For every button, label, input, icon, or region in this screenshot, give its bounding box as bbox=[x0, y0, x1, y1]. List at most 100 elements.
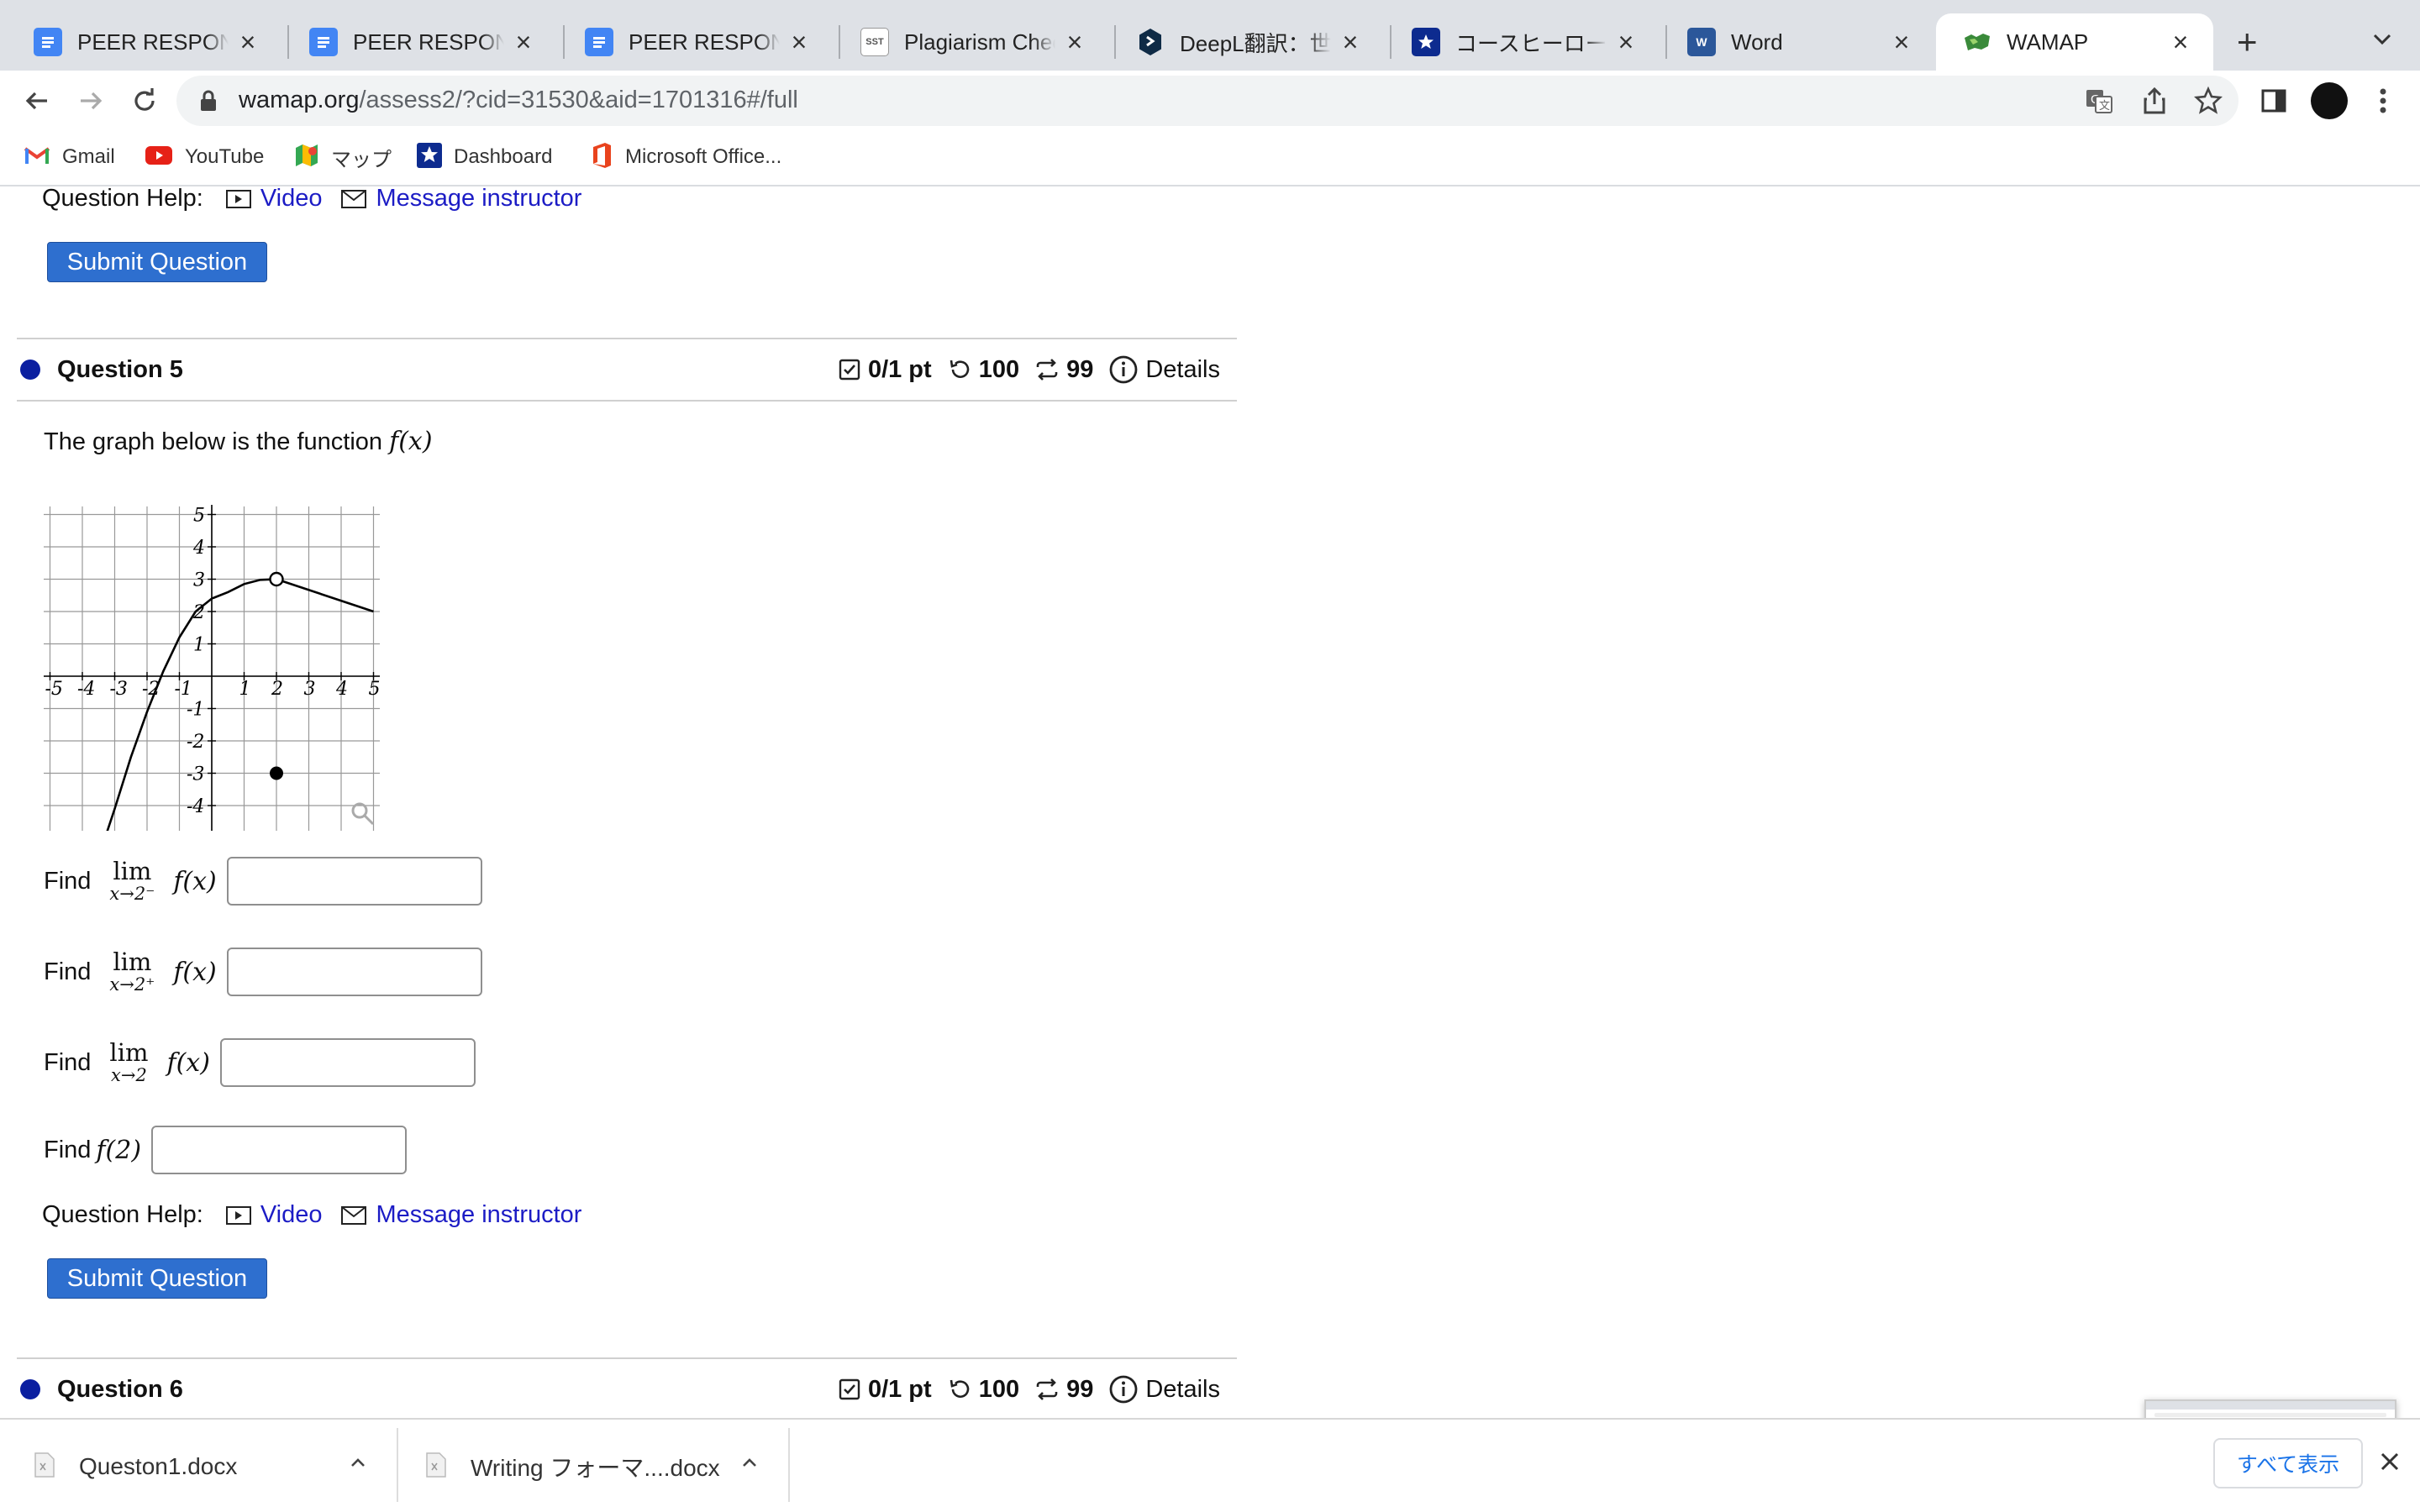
browser-tab-2[interactable]: PEER RESPONSE × bbox=[282, 13, 556, 71]
download-item-1[interactable]: Queston1.docx bbox=[34, 1435, 370, 1499]
page-content: Question Help: Video Message instructor … bbox=[0, 186, 2420, 1418]
info-icon bbox=[1109, 355, 1138, 384]
show-all-downloads-button[interactable]: すべて表示 bbox=[2213, 1438, 2363, 1488]
x-tick-label: -5 bbox=[45, 679, 63, 700]
message-instructor-link[interactable]: Message instructor bbox=[340, 186, 581, 213]
x-tick-label: 4 bbox=[335, 679, 348, 700]
more-menu-icon[interactable] bbox=[2375, 84, 2391, 122]
page-thumbnail-preview[interactable] bbox=[2144, 1399, 2396, 1418]
checkbox-icon bbox=[839, 359, 860, 381]
share-icon[interactable] bbox=[2139, 86, 2170, 120]
x-tick-label: 2 bbox=[271, 679, 283, 700]
question-help-label: Question Help: bbox=[42, 1201, 203, 1228]
details-button[interactable]: Details bbox=[1108, 354, 1220, 385]
download-chevron-icon[interactable] bbox=[739, 1453, 760, 1478]
side-panel-icon[interactable] bbox=[2259, 86, 2289, 120]
two-sided-limit-input[interactable] bbox=[219, 1038, 476, 1087]
bookmark-label: Gmail bbox=[62, 145, 115, 168]
tab-search-chevron-icon[interactable] bbox=[2370, 27, 2395, 56]
close-tab-icon[interactable]: × bbox=[1338, 29, 1363, 55]
y-tick-label: 4 bbox=[192, 538, 205, 559]
close-tab-icon[interactable]: × bbox=[1613, 29, 1639, 55]
bookmark-youtube[interactable]: YouTube bbox=[145, 144, 264, 170]
download-divider bbox=[788, 1428, 790, 1502]
tab-title: コースヒーロー bbox=[1455, 30, 1607, 56]
tab-title: DeepL翻訳：世界一 bbox=[1180, 30, 1331, 56]
submit-question-button[interactable]: Submit Question bbox=[47, 1258, 267, 1299]
bookmark-label: Dashboard bbox=[454, 145, 553, 168]
bookmark-dashboard[interactable]: Dashboard bbox=[417, 142, 553, 170]
retries-badge: 100 bbox=[947, 356, 1019, 384]
url-text[interactable]: wamap.org/assess2/?cid=31530&aid=1701316… bbox=[239, 87, 798, 114]
wamap-icon bbox=[1963, 28, 1991, 56]
submit-question-button-prev[interactable]: Submit Question bbox=[47, 242, 267, 282]
lock-icon[interactable] bbox=[198, 89, 218, 117]
close-tab-icon[interactable]: × bbox=[511, 29, 536, 55]
envelope-icon bbox=[341, 189, 367, 208]
reload-icon[interactable] bbox=[128, 84, 161, 118]
close-tab-icon[interactable]: × bbox=[1062, 29, 1087, 55]
download-filename: Writing フォーマ....docx bbox=[471, 1455, 720, 1481]
undo-icon bbox=[950, 360, 969, 378]
video-link[interactable]: Video bbox=[225, 186, 322, 213]
close-tab-icon[interactable]: × bbox=[235, 29, 260, 55]
f2-input[interactable] bbox=[151, 1126, 408, 1174]
browser-tab-1[interactable]: PEER RESPONSE × bbox=[7, 13, 281, 71]
youtube-icon bbox=[145, 145, 173, 170]
x-tick-label: 1 bbox=[239, 679, 251, 700]
translate-icon[interactable]: G文 bbox=[2084, 86, 2114, 120]
video-link[interactable]: Video bbox=[225, 1201, 322, 1229]
y-tick-label: -2 bbox=[187, 732, 204, 753]
document-file-icon bbox=[34, 1452, 55, 1483]
question-prompt: The graph below is the function f(x) bbox=[44, 427, 433, 456]
bookmark-label: マップ bbox=[331, 148, 392, 171]
left-limit-input[interactable] bbox=[226, 857, 482, 906]
browser-tab-6[interactable]: コースヒーロー × bbox=[1385, 13, 1659, 71]
close-tab-icon[interactable]: × bbox=[786, 29, 812, 55]
magnifier-icon[interactable] bbox=[351, 802, 375, 826]
question-help-prev: Question Help: Video Message instructor bbox=[42, 186, 600, 213]
message-instructor-link[interactable]: Message instructor bbox=[340, 1201, 581, 1229]
y-tick-label: -1 bbox=[187, 700, 204, 721]
limit-expression: lim x→2 bbox=[109, 1038, 149, 1085]
repeat-icon bbox=[1036, 359, 1058, 381]
download-item-2[interactable]: Writing フォーマ....docx bbox=[425, 1435, 761, 1499]
browser-tab-7[interactable]: W Word × bbox=[1660, 13, 1934, 71]
function-curve-right bbox=[276, 578, 374, 613]
x-tick-label: -3 bbox=[110, 679, 128, 700]
bookmark-microsoft-office[interactable]: Microsoft Office... bbox=[590, 142, 781, 170]
google-docs-icon bbox=[34, 28, 62, 56]
details-button[interactable]: Details bbox=[1108, 1374, 1220, 1404]
profile-avatar[interactable] bbox=[2311, 82, 2348, 119]
close-tab-icon[interactable]: × bbox=[1889, 29, 1914, 55]
question-meta: 0/1 pt 100 99 Details bbox=[823, 1374, 1220, 1404]
bookmark-gmail[interactable]: Gmail bbox=[24, 144, 115, 170]
close-downloads-icon[interactable] bbox=[2378, 1450, 2402, 1478]
browser-tab-3[interactable]: PEER RESPONSE × bbox=[558, 13, 832, 71]
new-tab-button[interactable]: + bbox=[2237, 24, 2258, 60]
back-arrow-icon[interactable] bbox=[20, 84, 54, 118]
x-tick-label: 5 bbox=[369, 679, 381, 700]
browser-tab-4[interactable]: SST Plagiarism Checker × bbox=[834, 13, 1107, 71]
bookmark-star-icon[interactable] bbox=[2193, 86, 2223, 120]
browser-tab-8-active[interactable]: WAMAP × bbox=[1936, 13, 2213, 71]
closed-point bbox=[270, 766, 283, 780]
google-docs-icon bbox=[585, 28, 613, 56]
forward-arrow-icon[interactable] bbox=[74, 84, 108, 118]
download-chevron-icon[interactable] bbox=[348, 1453, 368, 1478]
envelope-icon bbox=[341, 1205, 367, 1225]
attempts-badge: 99 bbox=[1034, 356, 1093, 384]
right-limit-input[interactable] bbox=[226, 948, 482, 996]
google-docs-icon bbox=[309, 28, 338, 56]
browser-tab-5[interactable]: DeepL翻訳：世界一 × bbox=[1109, 13, 1383, 71]
maps-icon bbox=[294, 143, 319, 172]
video-icon bbox=[225, 189, 251, 208]
close-tab-icon[interactable]: × bbox=[2168, 29, 2193, 55]
y-tick-label: -3 bbox=[187, 764, 204, 785]
score-badge: 0/1 pt bbox=[838, 1376, 932, 1404]
y-tick-label: -4 bbox=[187, 796, 204, 817]
tab-title: PEER RESPONSE bbox=[77, 29, 229, 55]
y-tick-label: 1 bbox=[193, 635, 205, 656]
bookmark-maps[interactable]: マップ bbox=[294, 143, 392, 172]
undo-icon bbox=[950, 1379, 969, 1398]
